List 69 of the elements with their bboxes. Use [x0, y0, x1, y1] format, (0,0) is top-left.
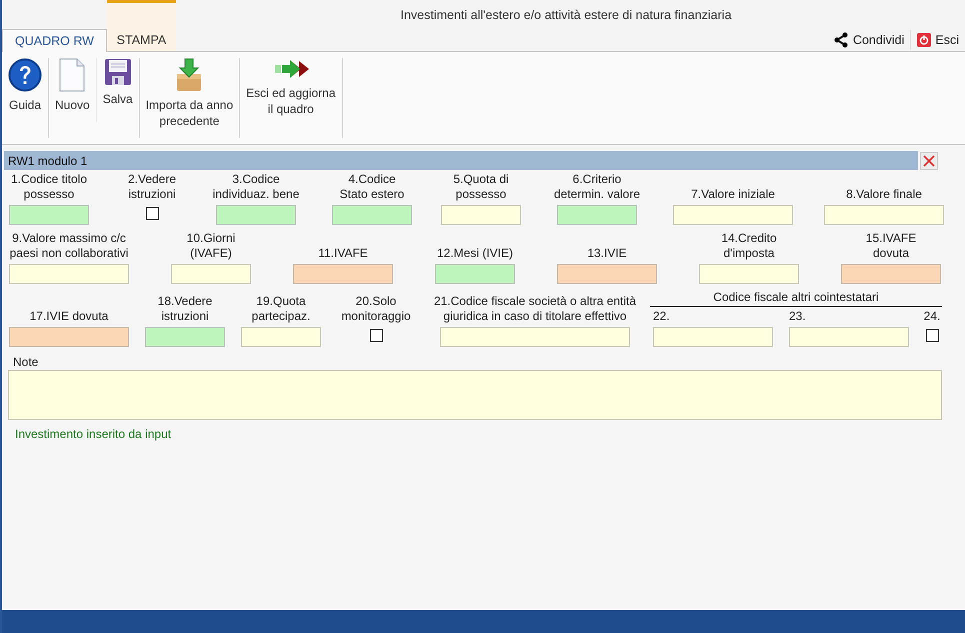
- field-label: 24.: [924, 309, 940, 324]
- input-field[interactable]: [824, 205, 944, 225]
- field-label: 23.: [789, 309, 806, 324]
- input-field[interactable]: [9, 327, 129, 347]
- field-label: 20.Solo monitoraggio: [341, 294, 411, 324]
- exit-button[interactable]: Esci: [910, 30, 965, 50]
- field-label: 14.Credito d'imposta: [721, 231, 777, 261]
- field-label: 10.Giorni (IVAFE): [186, 231, 236, 261]
- input-field[interactable]: [673, 205, 793, 225]
- field-label: 18.Vedere istruzioni: [158, 294, 212, 324]
- input-field[interactable]: [557, 205, 637, 225]
- input-field[interactable]: [9, 264, 129, 284]
- field-label: 3.Codice individuaz. bene: [212, 172, 300, 202]
- import-box-icon: [175, 58, 204, 92]
- checkbox[interactable]: [370, 329, 382, 342]
- input-field[interactable]: [293, 264, 393, 284]
- input-field[interactable]: [332, 205, 412, 225]
- checkbox[interactable]: [146, 207, 158, 220]
- field-label: 15.IVAFE dovuta: [866, 231, 916, 261]
- status-text: Investimento inserito da input: [15, 427, 172, 441]
- input-field[interactable]: [440, 327, 630, 347]
- field-label: 22.: [653, 309, 670, 324]
- field-label: 8.Valore finale: [846, 187, 922, 202]
- input-field[interactable]: [789, 327, 909, 347]
- input-field[interactable]: [171, 264, 251, 284]
- share-icon: [832, 32, 849, 48]
- window-title: Investimenti all'estero e/o attività estere di natura finanziaria: [400, 8, 732, 22]
- ribbon-button[interactable]: Salva: [96, 58, 139, 107]
- ribbon-button[interactable]: Nuovo: [49, 58, 96, 113]
- field-label: 6.Criterio determin. valore: [554, 172, 640, 202]
- close-button[interactable]: [920, 152, 938, 170]
- input-field[interactable]: [441, 205, 521, 225]
- field-label: Note: [13, 355, 40, 369]
- field-label: 12.Mesi (IVIE): [436, 246, 514, 261]
- input-field[interactable]: [241, 327, 321, 347]
- input-field[interactable]: [216, 205, 296, 225]
- input-field[interactable]: [653, 327, 773, 347]
- field-label: 11.IVAFE: [318, 246, 368, 261]
- ribbon-button[interactable]: Guida: [2, 58, 48, 113]
- share-button[interactable]: Condividi: [826, 30, 910, 50]
- field-label: 7.Valore iniziale: [691, 187, 775, 202]
- document-icon: [59, 58, 86, 92]
- tab[interactable]: STAMPA: [106, 0, 176, 51]
- arrows-right-icon: [272, 58, 309, 80]
- field-label: 9.Valore massimo c/c paesi non collaborativi: [10, 231, 128, 261]
- power-icon: [917, 33, 932, 47]
- input-field[interactable]: [557, 264, 657, 284]
- field-label: 2.Vedere istruzioni: [128, 172, 176, 202]
- input-field[interactable]: [699, 264, 799, 284]
- input-field[interactable]: [145, 327, 225, 347]
- field-label: 1.Codice titolo possesso: [10, 172, 88, 202]
- help-icon: [8, 58, 42, 92]
- input-field[interactable]: [435, 264, 515, 284]
- checkbox[interactable]: [926, 329, 938, 342]
- ribbon-button[interactable]: Esci ed aggiorna il quadro: [240, 58, 342, 117]
- ribbon-button[interactable]: Importa da anno precedente: [140, 58, 240, 129]
- tab[interactable]: QUADRO RW: [2, 29, 107, 52]
- note-field[interactable]: [8, 370, 942, 420]
- input-field[interactable]: [841, 264, 941, 284]
- group-title: Codice fiscale altri cointestatari: [650, 290, 942, 307]
- field-label: 4.Codice Stato estero: [340, 172, 404, 202]
- input-field[interactable]: [9, 205, 89, 225]
- section-header: RW1 modulo 1: [4, 151, 918, 170]
- field-label: 5.Quota di possesso: [453, 172, 509, 202]
- close-icon: [923, 154, 935, 166]
- field-label: 17.IVIE dovuta: [30, 309, 108, 324]
- field-label: 21.Codice fiscale società o altra entità giuridica in caso di titolare effettivo: [434, 294, 636, 324]
- field-label: 19.Quota partecipaz.: [252, 294, 310, 324]
- field-label: 13.IVIE: [587, 246, 627, 261]
